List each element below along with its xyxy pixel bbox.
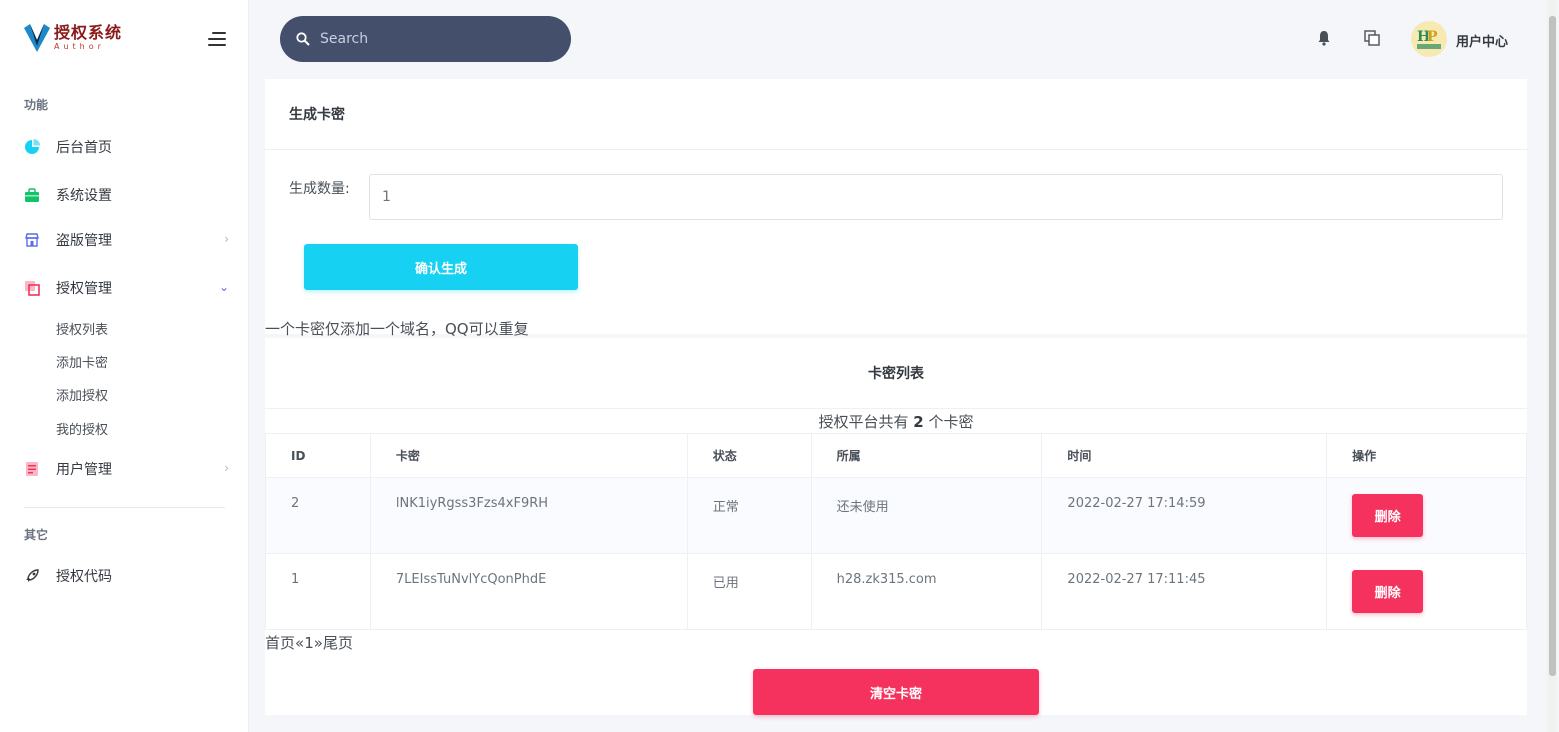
delete-button[interactable]: 删除 <box>1352 494 1424 537</box>
brand-title: 授权系统 <box>54 23 123 42</box>
sidebar-item-license[interactable]: 授权管理 ⌄ <box>24 276 229 300</box>
card-list-card: 卡密列表 授权平台共有 2 个卡密 ID 卡密 状态 所属 时间 操作 2 lN… <box>265 338 1527 715</box>
card-count-line: 授权平台共有 2 个卡密 <box>265 411 1527 432</box>
clear-cards-button[interactable]: 清空卡密 <box>753 669 1039 715</box>
cell-status: 正常 <box>686 477 812 554</box>
column-header-key: 卡密 <box>369 433 688 478</box>
scrollbar-thumb[interactable] <box>1549 16 1556 676</box>
card-count-suffix: 个卡密 <box>923 413 974 431</box>
card-count-value: 2 <box>913 413 924 431</box>
fullscreen-icon[interactable] <box>1364 30 1382 48</box>
sidebar: 授权系统 Author 功能 后台首页 系统设置 盗版管理 › 授权管理 ⌄ 授… <box>0 0 249 732</box>
card-count-prefix: 授权平台共有 <box>818 413 914 431</box>
chevron-right-icon: › <box>224 461 229 475</box>
sidebar-item-label: 系统设置 <box>56 188 112 204</box>
column-header-id: ID <box>265 433 371 478</box>
chevron-right-icon: › <box>224 232 229 246</box>
pagination: 首页«1»尾页 <box>265 632 353 653</box>
table-row: 2 lNK1iyRgss3Fzs4xF9RH 正常 还未使用 2022-02-2… <box>265 477 1527 554</box>
pager-first-link[interactable]: 首页 <box>265 634 295 652</box>
copy-icon <box>24 280 40 296</box>
sidebar-item-dashboard[interactable]: 后台首页 <box>24 135 229 159</box>
generate-card: 生成卡密 生成数量: 确认生成 <box>265 79 1527 334</box>
cell-owner: 还未使用 <box>810 477 1043 554</box>
column-header-owner: 所属 <box>810 433 1043 478</box>
sidebar-subitem-add-card[interactable]: 添加卡密 <box>56 352 108 371</box>
sidebar-item-label: 用户管理 <box>56 462 112 478</box>
cell-id: 1 <box>265 553 371 630</box>
sidebar-subitem-my-license[interactable]: 我的授权 <box>56 419 108 438</box>
briefcase-icon <box>24 187 40 203</box>
cell-status: 已用 <box>686 553 812 630</box>
sidebar-item-label: 授权管理 <box>56 281 112 297</box>
section-label-functions: 功能 <box>24 98 49 112</box>
pager-next-link[interactable]: » <box>314 634 323 652</box>
search-icon <box>296 32 310 46</box>
card-table: ID 卡密 状态 所属 时间 操作 2 lNK1iyRgss3Fzs4xF9RH… <box>265 433 1527 630</box>
user-center-link[interactable]: 用户中心 <box>1456 31 1508 50</box>
pager-last-link[interactable]: 尾页 <box>323 634 353 652</box>
avatar-logo-icon: H P <box>1417 29 1441 49</box>
store-icon <box>24 232 40 248</box>
table-row: 1 7LEIssTuNvlYcQonPhdE 已用 h28.zk315.com … <box>265 553 1527 630</box>
search-box[interactable] <box>280 16 571 62</box>
sidebar-item-users[interactable]: 用户管理 › <box>24 457 229 481</box>
cell-id: 2 <box>265 477 371 554</box>
quantity-label: 生成数量: <box>289 181 350 197</box>
rocket-icon <box>24 568 40 584</box>
sidebar-item-license-code[interactable]: 授权代码 <box>24 564 229 588</box>
cell-action: 删除 <box>1326 553 1527 630</box>
cell-time: 2022-02-27 17:14:59 <box>1041 477 1328 554</box>
cell-owner: h28.zk315.com <box>810 553 1043 630</box>
confirm-generate-button[interactable]: 确认生成 <box>304 244 578 290</box>
menu-toggle-icon[interactable] <box>206 31 226 47</box>
column-header-time: 时间 <box>1041 433 1328 478</box>
sidebar-item-label: 后台首页 <box>56 140 112 156</box>
chevron-down-icon: ⌄ <box>218 280 229 294</box>
table-header-row: ID 卡密 状态 所属 时间 操作 <box>265 433 1527 478</box>
avatar[interactable]: H P <box>1411 21 1447 57</box>
svg-text:P: P <box>1427 29 1438 45</box>
pie-chart-icon <box>24 139 40 155</box>
pager-prev-link[interactable]: « <box>295 634 304 652</box>
column-header-action: 操作 <box>1326 433 1527 478</box>
cell-action: 删除 <box>1326 477 1527 554</box>
brand-subtitle: Author <box>54 42 105 51</box>
column-header-status: 状态 <box>686 433 812 478</box>
sidebar-item-piracy[interactable]: 盗版管理 › <box>24 228 229 252</box>
cell-key: 7LEIssTuNvlYcQonPhdE <box>369 553 688 630</box>
quantity-input[interactable] <box>369 174 1503 220</box>
sidebar-divider <box>24 507 225 508</box>
generate-card-title: 生成卡密 <box>265 79 1527 150</box>
card-list-title: 卡密列表 <box>265 338 1527 409</box>
sidebar-subitem-add-license[interactable]: 添加授权 <box>56 385 108 404</box>
sidebar-item-settings[interactable]: 系统设置 <box>24 183 229 207</box>
logo-mark-icon <box>24 24 50 52</box>
page-scrollbar[interactable] <box>1547 0 1557 732</box>
bell-icon[interactable] <box>1316 30 1334 48</box>
cell-time: 2022-02-27 17:11:45 <box>1041 553 1328 630</box>
brand-logo[interactable]: 授权系统 Author <box>24 24 122 52</box>
pager-page-link[interactable]: 1 <box>304 634 314 652</box>
search-input[interactable] <box>320 31 550 47</box>
sidebar-item-label: 盗版管理 <box>56 233 112 249</box>
document-icon <box>24 461 40 477</box>
delete-button[interactable]: 删除 <box>1352 570 1424 613</box>
sidebar-subitem-license-list[interactable]: 授权列表 <box>56 319 108 338</box>
cell-key: lNK1iyRgss3Fzs4xF9RH <box>369 477 688 554</box>
usage-note: 一个卡密仅添加一个域名，QQ可以重复 <box>265 320 529 338</box>
section-label-other: 其它 <box>24 528 49 542</box>
sidebar-item-label: 授权代码 <box>56 569 112 585</box>
